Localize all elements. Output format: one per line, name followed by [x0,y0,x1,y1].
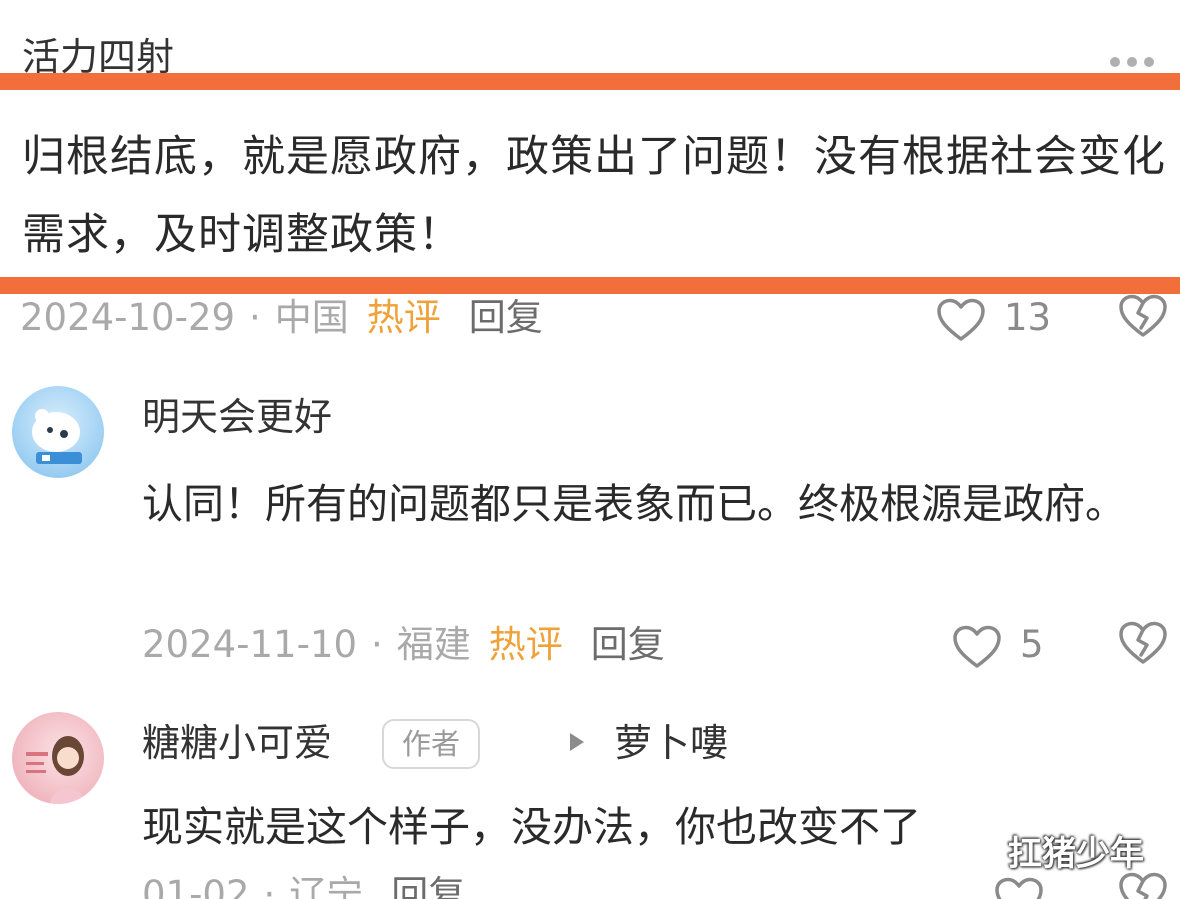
comment-meta: 2024-11-10 · 福建 热评 回复 [142,620,665,670]
comment-date: 2024-10-29 [20,296,236,339]
comment-text: 归根结底，就是愿政府，政策出了问题！没有根据社会变化需求，及时调整政策！ [22,132,1166,260]
avatar[interactable] [12,386,104,478]
like-count: 5 [1020,623,1044,666]
reply-to-username[interactable]: 萝卜嘍 [614,718,728,768]
hot-badge: 热评 [488,623,563,666]
heart-icon [995,877,1043,899]
highlight-line-bottom [0,277,1180,294]
comment-location: 中国 [274,296,349,339]
like-button[interactable] [994,872,1062,899]
highlight-line-top [0,73,1180,90]
comment-location: 辽宁 [289,873,364,899]
broken-heart-icon [1119,621,1167,664]
author-badge: 作者 [382,719,480,769]
username[interactable]: 糖糖小可爱 [142,718,332,768]
separator: · [371,623,383,666]
girl-avatar-image [26,736,86,804]
comment-thread: 活力四射 归根结底，就是愿政府，政策出了问题！没有根据社会变化需求，及时调整政策… [0,0,1180,899]
comment-text: 认同！所有的问题都只是表象而已。终极根源是政府。 [142,480,1126,528]
comment-meta: 2024-10-29 · 中国 热评 回复 [20,293,543,343]
like-button[interactable]: 5 [952,620,1044,670]
dislike-button[interactable] [1118,294,1168,342]
reply-button[interactable]: 回复 [469,296,543,339]
separator: · [249,296,261,339]
hot-badge: 热评 [366,296,441,339]
watermark: 扛猪少年 [1008,834,1144,874]
broken-heart-icon [1119,294,1167,337]
avatar[interactable] [12,712,104,804]
username[interactable]: 明天会更好 [142,392,332,442]
polar-bear-avatar-image [32,409,82,464]
reply-arrow-icon [570,733,584,751]
heart-icon [937,298,985,341]
reply-button[interactable]: 回复 [391,873,465,899]
like-button[interactable]: 13 [936,293,1051,343]
dislike-button[interactable] [1118,872,1168,899]
comment-date: 2024-11-10 [142,623,358,666]
heart-icon [953,625,1001,668]
comment-location: 福建 [396,623,471,666]
broken-heart-icon [1119,872,1167,899]
like-count: 13 [1004,296,1052,339]
dislike-button[interactable] [1118,621,1168,669]
more-icon[interactable] [1110,52,1166,68]
comment-date: 01-02 [142,873,250,899]
reply-button[interactable]: 回复 [591,623,665,666]
comment-meta: 01-02 · 辽宁 回复 [142,870,465,899]
separator: · [263,873,276,899]
